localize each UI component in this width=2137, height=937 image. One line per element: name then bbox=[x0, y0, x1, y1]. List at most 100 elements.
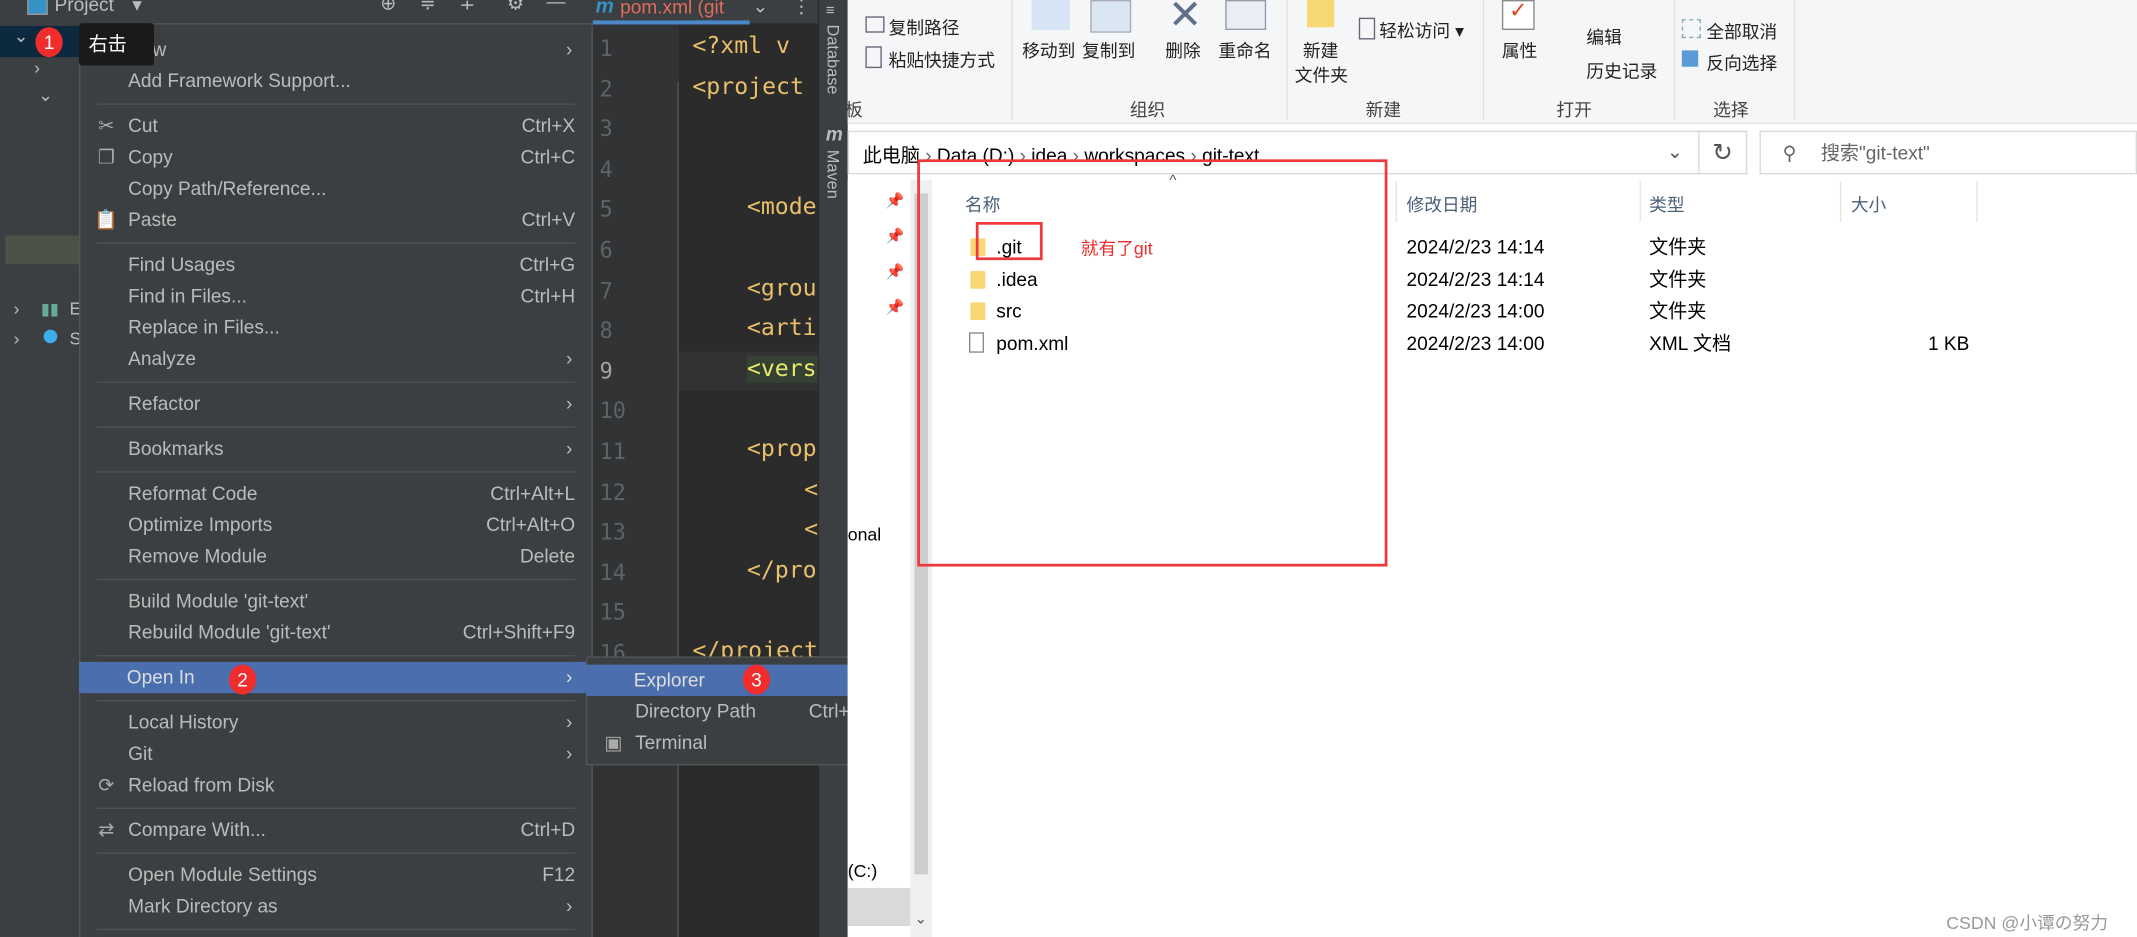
terminal-icon: ▣ bbox=[604, 731, 623, 754]
nav-item[interactable]: (C:) bbox=[848, 861, 878, 881]
breadcrumb-item[interactable]: 此电脑 bbox=[863, 144, 920, 166]
menu-item-paste[interactable]: 📋 Paste Ctrl+V bbox=[80, 204, 591, 235]
nav-selected-row[interactable] bbox=[847, 887, 911, 927]
properties-button[interactable]: 属性 bbox=[1502, 37, 1537, 63]
menu-item-open-in[interactable]: Open In › bbox=[79, 661, 592, 694]
menu-item-analyze[interactable]: Analyze › bbox=[80, 343, 591, 374]
invert-selection-button[interactable]: 反向选择 bbox=[1706, 49, 1777, 75]
copy-path-button[interactable]: 复制路径 bbox=[889, 18, 960, 38]
history-button[interactable]: 历史记录 bbox=[1586, 57, 1657, 83]
menu-item-find-usages[interactable]: Find Usages Ctrl+G bbox=[80, 249, 591, 280]
copy-icon: ❐ bbox=[97, 145, 115, 168]
menu-item-rebuild-module-git-text[interactable]: Rebuild Module 'git-text' Ctrl+Shift+F9 bbox=[80, 617, 591, 648]
copy-to-button[interactable]: 复制到 bbox=[1082, 37, 1135, 63]
file-date: 2024/2/23 14:14 bbox=[1406, 267, 1545, 290]
easy-access-button[interactable]: 轻松访问 bbox=[1379, 20, 1450, 40]
file-date: 2024/2/23 14:00 bbox=[1406, 300, 1545, 322]
menu-item-label: Explorer bbox=[633, 668, 705, 691]
code-line[interactable]: < bbox=[804, 476, 818, 503]
chevron-down-icon[interactable]: ▾ bbox=[132, 0, 142, 16]
code-line[interactable]: </pro bbox=[747, 557, 818, 584]
locate-icon[interactable]: ⊕ bbox=[380, 0, 396, 15]
menu-item-git[interactable]: Git › bbox=[80, 738, 591, 769]
menu-item-remove-module[interactable]: Remove Module Delete bbox=[80, 541, 591, 572]
menu-item-label: Local History bbox=[128, 710, 239, 733]
tab-pom-xml[interactable]: m pom.xml (git bbox=[592, 0, 818, 25]
select-none-button[interactable]: 全部取消 bbox=[1706, 18, 1777, 44]
menu-item-replace-in-files[interactable]: Replace in Files... bbox=[80, 312, 591, 343]
chevron-right-icon[interactable]: › bbox=[14, 328, 20, 348]
minimize-icon[interactable]: — bbox=[547, 0, 566, 12]
column-header-size[interactable]: 大小 bbox=[1851, 191, 1886, 217]
code-line[interactable]: <mode bbox=[747, 194, 818, 221]
chevron-down-icon[interactable]: ⌄ bbox=[752, 0, 768, 18]
line-number: 8 bbox=[599, 317, 613, 344]
rename-button[interactable]: 重命名 bbox=[1218, 37, 1271, 63]
column-header-date[interactable]: 修改日期 bbox=[1407, 191, 1478, 217]
code-line[interactable]: <project bbox=[692, 73, 817, 100]
collapse-all-icon[interactable]: ∓ bbox=[459, 0, 475, 15]
new-folder-label: 文件夹 bbox=[1294, 65, 1348, 86]
search-input[interactable]: ⚲ 搜索"git-text" bbox=[1759, 130, 2137, 175]
code-line[interactable]: <grou bbox=[747, 275, 818, 302]
refresh-button[interactable]: ↻ bbox=[1698, 130, 1748, 175]
menu-item-label: Reformat Code bbox=[128, 482, 258, 504]
compare-icon: ⇄ bbox=[98, 818, 115, 841]
menu-item-local-history[interactable]: Local History › bbox=[80, 707, 591, 738]
properties-icon: ✓ bbox=[1501, 0, 1535, 30]
menu-item-open-module-settings[interactable]: Open Module Settings F12 bbox=[80, 859, 591, 890]
step-badge-2: 2 bbox=[228, 664, 257, 695]
scissors-icon: ✂ bbox=[98, 114, 115, 137]
chevron-right-icon[interactable]: › bbox=[14, 298, 20, 318]
database-tool-button[interactable]: Database bbox=[823, 25, 842, 95]
column-header-type[interactable]: 类型 bbox=[1649, 191, 1684, 217]
code-line[interactable]: <prop bbox=[747, 436, 818, 463]
code-line[interactable]: <vers bbox=[746, 355, 818, 383]
line-number: 11 bbox=[599, 438, 626, 465]
menu-item-refactor[interactable]: Refactor › bbox=[80, 388, 591, 419]
code-line[interactable]: <arti bbox=[747, 315, 818, 342]
gear-icon[interactable]: ⚙ bbox=[507, 0, 524, 15]
edit-button[interactable]: 编辑 bbox=[1586, 23, 1621, 49]
paste-shortcut-button[interactable]: 粘贴快捷方式 bbox=[889, 50, 995, 70]
menu-item-reload-from-disk[interactable]: ⟳ Reload from Disk bbox=[80, 769, 591, 800]
new-folder-button[interactable]: 新建 bbox=[1303, 37, 1338, 63]
menu-item-find-in-files[interactable]: Find in Files... Ctrl+H bbox=[80, 281, 591, 312]
more-icon[interactable]: ⋮ bbox=[792, 0, 811, 18]
pin-icon[interactable]: 📌 bbox=[886, 263, 905, 280]
project-label[interactable]: Project bbox=[55, 0, 114, 15]
menu-item-bookmarks[interactable]: Bookmarks › bbox=[80, 433, 591, 464]
chevron-down-icon[interactable]: ⌄ bbox=[38, 84, 53, 106]
pin-icon[interactable]: 📌 bbox=[886, 227, 905, 245]
menu-item-mark-directory-as[interactable]: Mark Directory as › bbox=[80, 891, 591, 922]
code-line[interactable]: <?xml v bbox=[692, 33, 817, 60]
pin-icon[interactable]: 📌 bbox=[886, 298, 905, 316]
menu-item-new[interactable]: New› bbox=[80, 34, 591, 65]
ribbon-group-organize: 组织 bbox=[1129, 99, 1166, 120]
delete-button[interactable]: 删除 bbox=[1165, 37, 1200, 63]
menu-item-label: Analyze bbox=[128, 347, 197, 370]
expand-all-icon[interactable]: ≑ bbox=[420, 0, 436, 15]
bar-chart-icon: ▮▮ bbox=[40, 299, 59, 319]
menu-item-cut[interactable]: ✂ Cut Ctrl+X bbox=[80, 110, 591, 141]
menu-item-add-framework-support[interactable]: Add Framework Support... bbox=[80, 65, 591, 96]
shortcut-label: Ctrl+D bbox=[520, 818, 576, 841]
move-to-button[interactable]: 移动到 bbox=[1022, 37, 1075, 63]
maven-tool-button[interactable]: Maven bbox=[823, 150, 842, 199]
shortcut-label: Delete bbox=[519, 544, 576, 567]
menu-item-reformat-code[interactable]: Reformat Code Ctrl+Alt+L bbox=[80, 478, 591, 509]
menu-item-build-module-git-text[interactable]: Build Module 'git-text' bbox=[80, 586, 591, 617]
shortcut-label: F12 bbox=[542, 863, 576, 886]
chevron-down-icon[interactable]: ⌄ bbox=[14, 26, 29, 48]
menu-item-copy[interactable]: ❐ Copy Ctrl+C bbox=[80, 142, 591, 173]
nav-item[interactable]: onal bbox=[848, 524, 881, 544]
menu-item-compare-with[interactable]: ⇄ Compare With... Ctrl+D bbox=[80, 814, 591, 845]
pin-icon[interactable]: 📌 bbox=[886, 192, 905, 209]
scroll-down-icon[interactable]: ⌄ bbox=[915, 910, 928, 927]
chevron-down-icon[interactable]: ⌄ bbox=[1667, 140, 1683, 163]
menu-item-optimize-imports[interactable]: Optimize Imports Ctrl+Alt+O bbox=[80, 509, 591, 540]
code-line[interactable]: < bbox=[804, 516, 818, 543]
menu-item-copy-path-reference[interactable]: Copy Path/Reference... bbox=[80, 173, 591, 204]
code-editor[interactable] bbox=[678, 23, 818, 937]
chevron-right-icon[interactable]: › bbox=[34, 57, 40, 77]
